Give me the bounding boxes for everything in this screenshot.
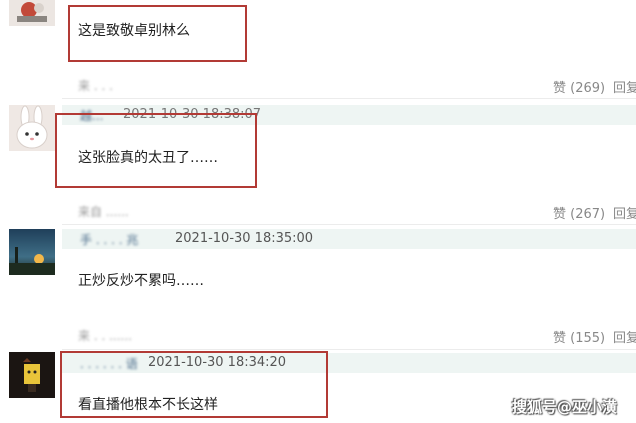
avatar[interactable] bbox=[9, 0, 55, 26]
comment-item: 越... 2021-10-30 18:38:07 这张脸真的太丑了…… 来自 .… bbox=[0, 100, 636, 225]
reply-button[interactable]: 回复 bbox=[613, 77, 636, 96]
comment-item: 这是致敬卓别林么 来 . . . 赞 (269) 回复 bbox=[0, 0, 636, 100]
divider bbox=[62, 98, 636, 99]
watermark: 搜狐号@巫小潢 bbox=[512, 398, 618, 416]
comment-meta: 来 . . . 赞 (269) 回复 bbox=[78, 77, 636, 96]
comment-source: 来 . . ...... bbox=[78, 329, 132, 343]
comment-text: 正炒反炒不累吗…… bbox=[78, 273, 204, 289]
comment-text: 这张脸真的太丑了…… bbox=[78, 150, 218, 166]
like-button[interactable]: 赞 (267) bbox=[553, 203, 605, 222]
comment-time: 2021-10-30 18:35:00 bbox=[175, 231, 314, 246]
comment-text: 看直播他根本不长这样 bbox=[78, 397, 218, 413]
username[interactable]: 手 . . . . 兆 bbox=[80, 231, 138, 248]
comment-text: 这是致敬卓别林么 bbox=[78, 23, 190, 39]
comment-source: 来 . . . bbox=[78, 79, 113, 93]
reply-button[interactable]: 回复 bbox=[613, 327, 636, 346]
comment-source: 来自 ...... bbox=[78, 205, 129, 219]
avatar[interactable] bbox=[9, 105, 55, 151]
like-button[interactable]: 赞 (155) bbox=[553, 327, 605, 346]
like-button[interactable]: 赞 (269) bbox=[553, 77, 605, 96]
comment-meta: 来 . . ...... 赞 (155) 回复 bbox=[78, 327, 636, 346]
avatar[interactable] bbox=[9, 352, 55, 398]
avatar[interactable] bbox=[9, 229, 55, 275]
comment-header bbox=[62, 229, 636, 249]
comment-item: 手 . . . . 兆 2021-10-30 18:35:00 正炒反炒不累吗…… bbox=[0, 225, 636, 350]
reply-button[interactable]: 回复 bbox=[613, 203, 636, 222]
comment-meta: 来自 ...... 赞 (267) 回复 bbox=[78, 203, 636, 222]
